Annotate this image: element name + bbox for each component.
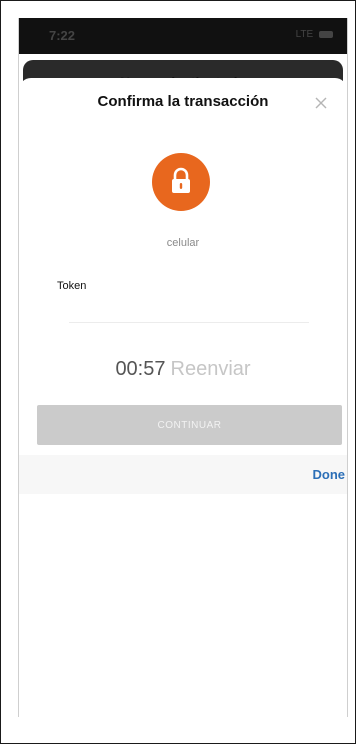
confirm-transaction-modal: Confirma la transacción celular Token 00… [19,78,347,717]
countdown-timer: 00:57 [115,358,166,380]
network-label: LTE [295,29,314,40]
resend-link[interactable]: Reenviar [171,358,251,380]
keyboard-toolbar: Done [19,455,347,494]
status-indicators: LTE [296,29,333,40]
status-time: 7:22 [49,28,76,43]
channel-label: celular [166,237,200,249]
continue-button[interactable]: CONTINUAR [37,405,342,445]
done-button[interactable]: Done [313,467,346,482]
timer-row: 00:57 Reenviar [19,358,347,381]
battery-icon [319,30,333,38]
modal-title: Confirma la transacción [97,93,269,110]
phone-screen: 7:22 LTE Nuevo destinatario Confirma la … [18,18,348,717]
status-bar: 7:22 LTE [19,18,347,54]
token-label: Token [57,280,87,292]
token-input[interactable] [69,300,309,323]
screenshot-frame: 7:22 LTE Nuevo destinatario Confirma la … [0,0,356,744]
lock-badge [152,153,210,211]
lock-icon [172,167,190,193]
close-icon[interactable] [311,93,331,113]
